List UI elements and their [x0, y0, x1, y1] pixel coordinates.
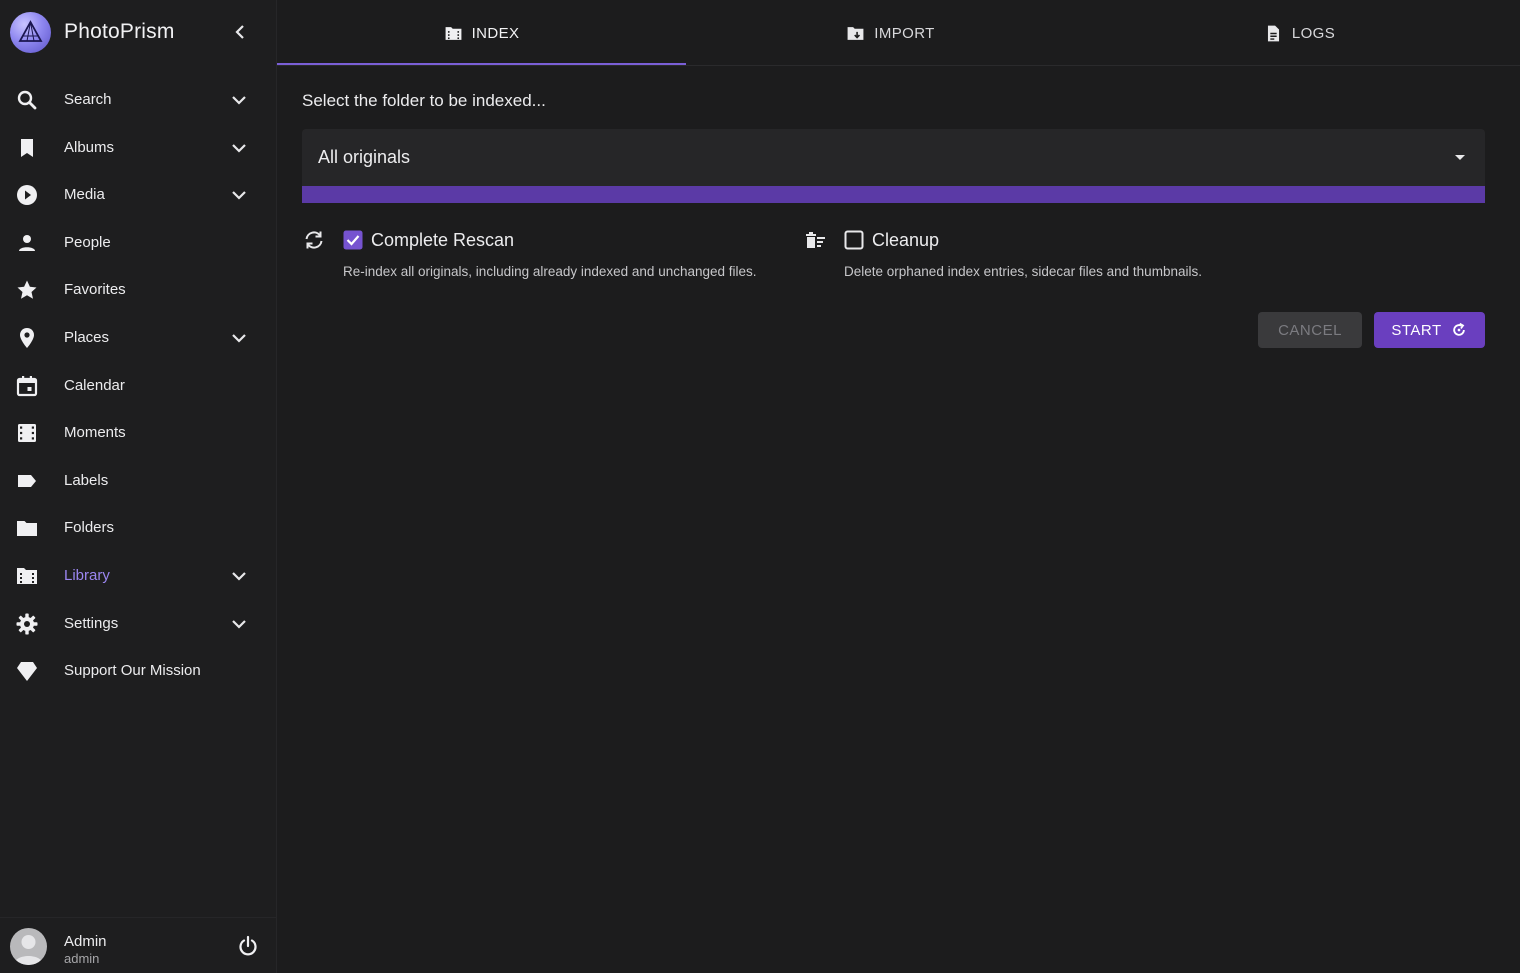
chevron-down-icon[interactable]	[227, 136, 251, 160]
chevron-down-icon[interactable]	[227, 326, 251, 350]
sidebar-item-media[interactable]: Media	[0, 171, 277, 219]
tab-logs[interactable]: LOGS	[1095, 0, 1504, 66]
person-icon	[15, 231, 39, 255]
rescan-hint: Re-index all originals, including alread…	[343, 264, 757, 279]
cancel-button[interactable]: CANCEL	[1258, 312, 1362, 348]
start-button-label: START	[1391, 321, 1442, 339]
sidebar-item-label: Library	[64, 566, 110, 584]
sidebar-item-search[interactable]: Search	[0, 76, 277, 124]
sidebar-item-label: Media	[64, 186, 105, 204]
folder-import-icon	[846, 24, 865, 43]
tab-label: IMPORT	[874, 24, 935, 42]
map-pin-icon	[15, 326, 39, 350]
sidebar-item-people[interactable]: People	[0, 219, 277, 267]
folder-select[interactable]: All originals	[302, 129, 1485, 186]
calendar-icon	[15, 374, 39, 398]
user-login: admin	[64, 951, 100, 966]
sidebar-item-label: Albums	[64, 138, 115, 156]
search-icon	[15, 88, 39, 112]
rescan-label[interactable]: Complete Rescan	[371, 230, 514, 251]
sidebar-item-support[interactable]: Support Our Mission	[0, 647, 277, 695]
photoprism-logo-icon[interactable]	[10, 12, 51, 53]
cleanup-hint: Delete orphaned index entries, sidecar f…	[844, 264, 1202, 279]
collapse-sidebar-chevron-left-icon[interactable]	[228, 20, 252, 44]
dropdown-caret-icon[interactable]	[1452, 149, 1468, 165]
rescan-option: Complete Rescan Re-index all originals, …	[302, 228, 782, 288]
sidebar-nav: Search Albums Media People Favorites Pla…	[0, 76, 277, 695]
tab-index[interactable]: INDEX	[277, 0, 686, 66]
refresh-icon	[302, 228, 326, 252]
user-panel: Admin admin	[0, 917, 277, 973]
folder-prompt: Select the folder to be indexed...	[302, 91, 546, 110]
gear-icon	[15, 612, 39, 636]
sidebar-item-moments[interactable]: Moments	[0, 409, 277, 457]
sidebar-item-label: Folders	[64, 519, 115, 537]
star-icon	[15, 278, 39, 302]
bookmark-icon	[15, 136, 39, 160]
tab-import[interactable]: IMPORT	[686, 0, 1095, 66]
chevron-down-icon[interactable]	[227, 564, 251, 588]
sidebar-item-label: Places	[64, 328, 110, 346]
tab-label: LOGS	[1291, 24, 1336, 42]
start-button[interactable]: START	[1374, 312, 1485, 348]
user-name: Admin	[64, 933, 107, 950]
label-icon	[15, 469, 39, 493]
sidebar-item-albums[interactable]: Albums	[0, 124, 277, 172]
cleanup-label[interactable]: Cleanup	[872, 230, 939, 251]
power-icon[interactable]	[236, 934, 260, 958]
delete-sweep-icon	[803, 228, 827, 252]
sidebar-item-calendar[interactable]: Calendar	[0, 362, 277, 410]
sidebar-item-folders[interactable]: Folders	[0, 504, 277, 552]
sidebar-item-favorites[interactable]: Favorites	[0, 266, 277, 314]
folder-select-value: All originals	[318, 147, 411, 167]
sidebar-item-labels[interactable]: Labels	[0, 457, 277, 505]
rescan-checkbox[interactable]	[343, 230, 363, 250]
library-icon	[444, 24, 463, 43]
active-tab-indicator	[277, 63, 686, 65]
sidebar-item-label: Labels	[64, 471, 109, 489]
cancel-button-label: CANCEL	[1278, 321, 1342, 339]
sidebar-item-label: Search	[64, 91, 112, 108]
sidebar-item-label: Calendar	[64, 376, 125, 394]
avatar[interactable]	[10, 928, 47, 965]
diamond-icon	[15, 659, 39, 683]
index-progress-fill	[302, 186, 1485, 203]
chevron-down-icon[interactable]	[227, 183, 251, 207]
cleanup-option: Cleanup Delete orphaned index entries, s…	[803, 228, 1233, 288]
index-progress-bar	[302, 186, 1485, 203]
play-circle-icon	[15, 183, 39, 207]
sidebar-item-label: Support Our Mission	[64, 662, 201, 680]
sidebar-item-label: People	[64, 233, 111, 251]
brand-header: PhotoPrism	[0, 0, 277, 64]
app-title: PhotoPrism	[64, 20, 175, 43]
main-content: INDEX IMPORT LOGS Select the folder to b…	[277, 0, 1520, 973]
sync-icon	[1450, 321, 1468, 339]
sidebar-item-settings[interactable]: Settings	[0, 600, 277, 648]
sidebar-item-label: Favorites	[64, 281, 126, 299]
library-icon	[15, 564, 39, 588]
library-tabs: INDEX IMPORT LOGS	[277, 0, 1520, 66]
sidebar-item-label: Moments	[64, 424, 126, 442]
sidebar: PhotoPrism Search Albums Media People Fa…	[0, 0, 277, 973]
chevron-down-icon[interactable]	[227, 88, 251, 112]
cleanup-checkbox[interactable]	[844, 230, 864, 250]
tab-label: INDEX	[471, 24, 520, 42]
sidebar-item-places[interactable]: Places	[0, 314, 277, 362]
sidebar-item-label: Settings	[64, 614, 119, 632]
file-icon	[1264, 24, 1283, 43]
folder-icon	[15, 516, 39, 540]
sidebar-item-library[interactable]: Library	[0, 552, 277, 600]
chevron-down-icon[interactable]	[227, 612, 251, 636]
film-icon	[15, 421, 39, 445]
